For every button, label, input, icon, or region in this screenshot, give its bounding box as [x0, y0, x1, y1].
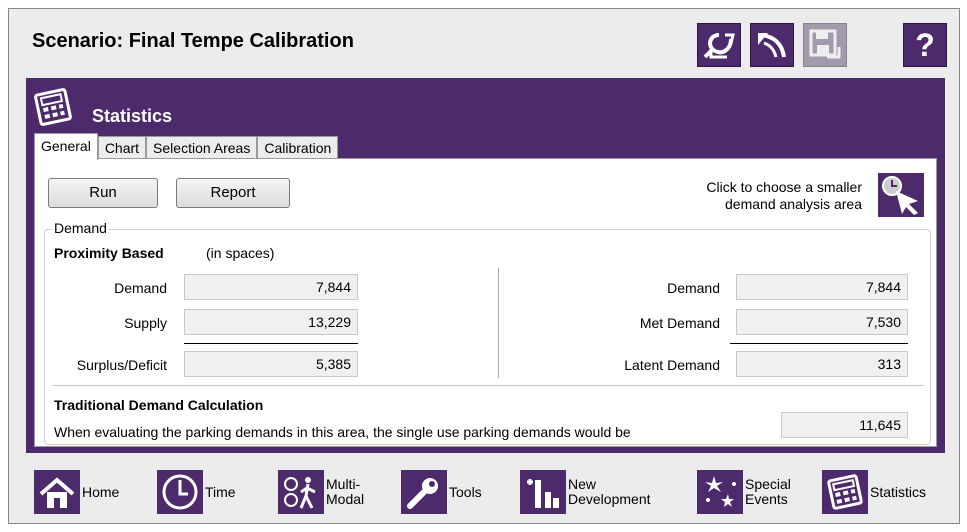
nav-statistics[interactable]: Statistics	[822, 470, 926, 514]
nav-home[interactable]: Home	[34, 470, 119, 514]
wrench-icon	[407, 478, 438, 509]
new-development-icon	[527, 479, 559, 508]
report-button[interactable]: Report	[176, 178, 290, 208]
tab-chart[interactable]: Chart	[97, 136, 147, 160]
tab-calibration[interactable]: Calibration	[257, 136, 339, 160]
proximity-unit: (in spaces)	[206, 245, 275, 261]
supply-value: 13,229	[184, 309, 358, 335]
nav-time[interactable]: Time	[157, 470, 236, 514]
section-divider	[52, 385, 924, 386]
nav-tools-label: Tools	[449, 483, 482, 500]
run-button[interactable]: Run	[48, 178, 158, 208]
right-demand-label: Demand	[667, 280, 720, 296]
supply-label: Supply	[124, 315, 167, 331]
left-demand-value: 7,844	[184, 274, 358, 300]
tab-selection-areas[interactable]: Selection Areas	[146, 136, 258, 160]
nav-home-label: Home	[82, 483, 120, 500]
app-window: Scenario: Final Tempe Calibration ? Stat…	[0, 0, 967, 532]
calculator-icon	[34, 88, 72, 126]
fireworks-icon	[705, 476, 736, 507]
statistics-title: Statistics	[92, 106, 173, 126]
nav-time-label: Time	[205, 483, 236, 500]
area-hint-text: Click to choose a smaller demand analysi…	[706, 179, 862, 212]
latent-demand-value: 313	[736, 351, 908, 377]
nav-tools[interactable]: Tools	[401, 470, 482, 514]
nav-multimodal[interactable]: Multi- Modal	[278, 470, 364, 514]
save-button[interactable]	[803, 23, 847, 67]
tab-general[interactable]: General	[34, 133, 98, 160]
right-demand-value: 7,844	[736, 274, 908, 300]
scenario-undo-button[interactable]	[750, 23, 794, 67]
nav-new-development[interactable]: New Development	[520, 470, 651, 514]
demand-group-legend: Demand	[52, 220, 109, 236]
surplus-value: 5,385	[184, 351, 358, 377]
nav-statistics-label: Statistics	[870, 483, 927, 500]
save-icon	[809, 29, 841, 59]
left-sum-rule	[184, 343, 358, 344]
traditional-value: 11,645	[781, 412, 908, 438]
proximity-title: Proximity Based	[54, 245, 164, 261]
right-sum-rule	[730, 343, 908, 344]
met-demand-value: 7,530	[736, 309, 908, 335]
help-icon: ?	[915, 26, 935, 63]
cursor-select-icon	[882, 176, 918, 215]
calculator-icon	[827, 474, 863, 510]
home-icon	[39, 477, 75, 508]
left-demand-label: Demand	[114, 280, 167, 296]
nav-special-events[interactable]: Special Events	[697, 470, 791, 514]
met-demand-label: Met Demand	[639, 315, 720, 331]
scenario-back-button[interactable]	[697, 23, 741, 67]
column-divider	[498, 268, 499, 378]
help-button[interactable]: ?	[903, 23, 947, 67]
traditional-title: Traditional Demand Calculation	[54, 397, 264, 413]
nav-new-development-label: New Development	[568, 476, 651, 507]
scenario-back-icon	[703, 33, 735, 59]
nav-special-events-label: Special Events	[745, 476, 791, 507]
tab-strip: General Chart Selection Areas Calibratio…	[34, 133, 339, 160]
nav-multimodal-label: Multi- Modal	[326, 476, 365, 507]
surplus-label: Surplus/Deficit	[76, 357, 167, 373]
select-area-button[interactable]	[878, 173, 924, 217]
latent-demand-label: Latent Demand	[624, 357, 720, 373]
clock-icon	[162, 474, 198, 510]
traditional-text: When evaluating the parking demands in t…	[54, 424, 631, 440]
scenario-undo-icon	[758, 33, 786, 58]
scenario-title: Scenario: Final Tempe Calibration	[32, 30, 354, 52]
multimodal-icon	[284, 477, 316, 509]
